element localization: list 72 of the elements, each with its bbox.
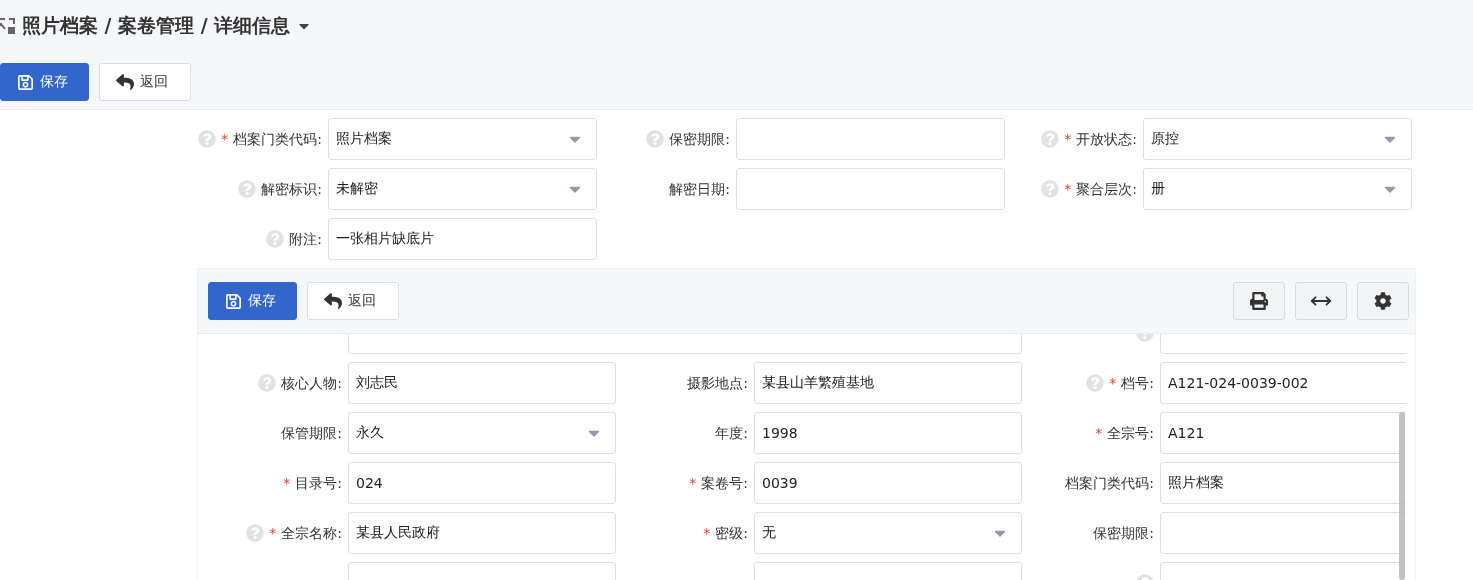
required-mark: * xyxy=(1095,425,1103,441)
help-icon[interactable] xyxy=(246,524,265,542)
input-field[interactable]: A121-024-0039-002 xyxy=(1160,362,1406,404)
select-field[interactable]: 无 xyxy=(754,512,1022,554)
field-label: 附注: xyxy=(289,230,322,248)
select-field[interactable]: 原控 xyxy=(1143,118,1412,160)
back-button[interactable]: 返回 xyxy=(99,63,191,101)
save-icon xyxy=(225,292,242,310)
required-mark: * xyxy=(1064,181,1072,197)
settings-icon xyxy=(1374,292,1392,310)
select-field[interactable]: 册 xyxy=(1143,168,1412,210)
reply-icon xyxy=(324,292,342,310)
help-icon[interactable] xyxy=(266,230,285,248)
input-field[interactable]: 024 xyxy=(348,462,616,504)
save-button[interactable]: 保存 xyxy=(0,63,89,101)
input-field[interactable]: 一张相片缺底片 xyxy=(328,218,597,260)
field-label: 解密日期: xyxy=(669,180,730,198)
select-field[interactable]: 永久 xyxy=(348,412,616,454)
input-field[interactable] xyxy=(1160,512,1406,554)
input-field[interactable]: 某县山羊繁殖基地 xyxy=(754,362,1022,404)
required-mark: * xyxy=(689,475,697,491)
field-label: 核心人物: xyxy=(281,374,342,392)
input-field[interactable] xyxy=(736,168,1005,210)
help-icon[interactable] xyxy=(646,130,665,148)
field-label: 密级: xyxy=(715,524,748,542)
input-field[interactable]: 某县人民政府 xyxy=(348,512,616,554)
field-label: 摄影地点: xyxy=(687,374,748,392)
help-icon[interactable] xyxy=(238,180,257,198)
scrollbar-thumb[interactable] xyxy=(1399,412,1405,580)
field-label: 档案门类代码: xyxy=(1065,474,1154,492)
field-label: 保密期限: xyxy=(669,130,730,148)
input-field[interactable]: 照片档案 xyxy=(1160,462,1406,504)
required-mark: * xyxy=(703,525,711,541)
input-field[interactable]: 0039 xyxy=(754,462,1022,504)
expand-button[interactable] xyxy=(1295,282,1347,320)
input-field[interactable]: 刘志民 xyxy=(348,362,616,404)
field-label: 目录号: xyxy=(295,474,342,492)
field-label: 档号: xyxy=(1121,374,1154,392)
field-label: 保密期限: xyxy=(1093,524,1154,542)
input-field[interactable]: A121 xyxy=(1160,412,1406,454)
save-button[interactable]: 保存 xyxy=(208,282,297,320)
print-icon xyxy=(1250,292,1268,310)
field-label: 案卷号: xyxy=(701,474,748,492)
select-field[interactable]: 照片档案 xyxy=(328,118,597,160)
field-label: 档案门类代码: xyxy=(233,130,322,148)
field-label: 全宗号: xyxy=(1107,424,1154,442)
field-label: 年度: xyxy=(715,424,748,442)
input-field[interactable] xyxy=(736,118,1005,160)
field-label: 开放状态: xyxy=(1076,130,1137,148)
field-label: 保管期限: xyxy=(281,424,342,442)
required-mark: * xyxy=(1109,375,1117,391)
required-mark: * xyxy=(221,131,229,147)
help-icon[interactable] xyxy=(1086,374,1105,392)
field-label: 解密标识: xyxy=(261,180,322,198)
help-icon[interactable] xyxy=(198,130,217,148)
input-field[interactable]: 1998 xyxy=(754,412,1022,454)
select-field[interactable]: 未解密 xyxy=(328,168,597,210)
required-mark: * xyxy=(269,525,277,541)
field-label: 聚合层次: xyxy=(1076,180,1137,198)
image-icon xyxy=(0,17,16,35)
back-button[interactable]: 返回 xyxy=(307,282,399,320)
help-icon[interactable] xyxy=(1041,180,1060,198)
breadcrumb-title: 照片档案 / 案卷管理 / 详细信息 xyxy=(22,13,291,38)
settings-button[interactable] xyxy=(1357,282,1409,320)
help-icon[interactable] xyxy=(258,374,277,392)
reply-icon xyxy=(116,73,134,91)
print-button[interactable] xyxy=(1233,282,1285,320)
save-icon xyxy=(17,73,34,91)
required-mark: * xyxy=(283,475,291,491)
help-icon[interactable] xyxy=(1041,130,1060,148)
required-mark: * xyxy=(1064,131,1072,147)
field-label: 全宗名称: xyxy=(281,524,342,542)
